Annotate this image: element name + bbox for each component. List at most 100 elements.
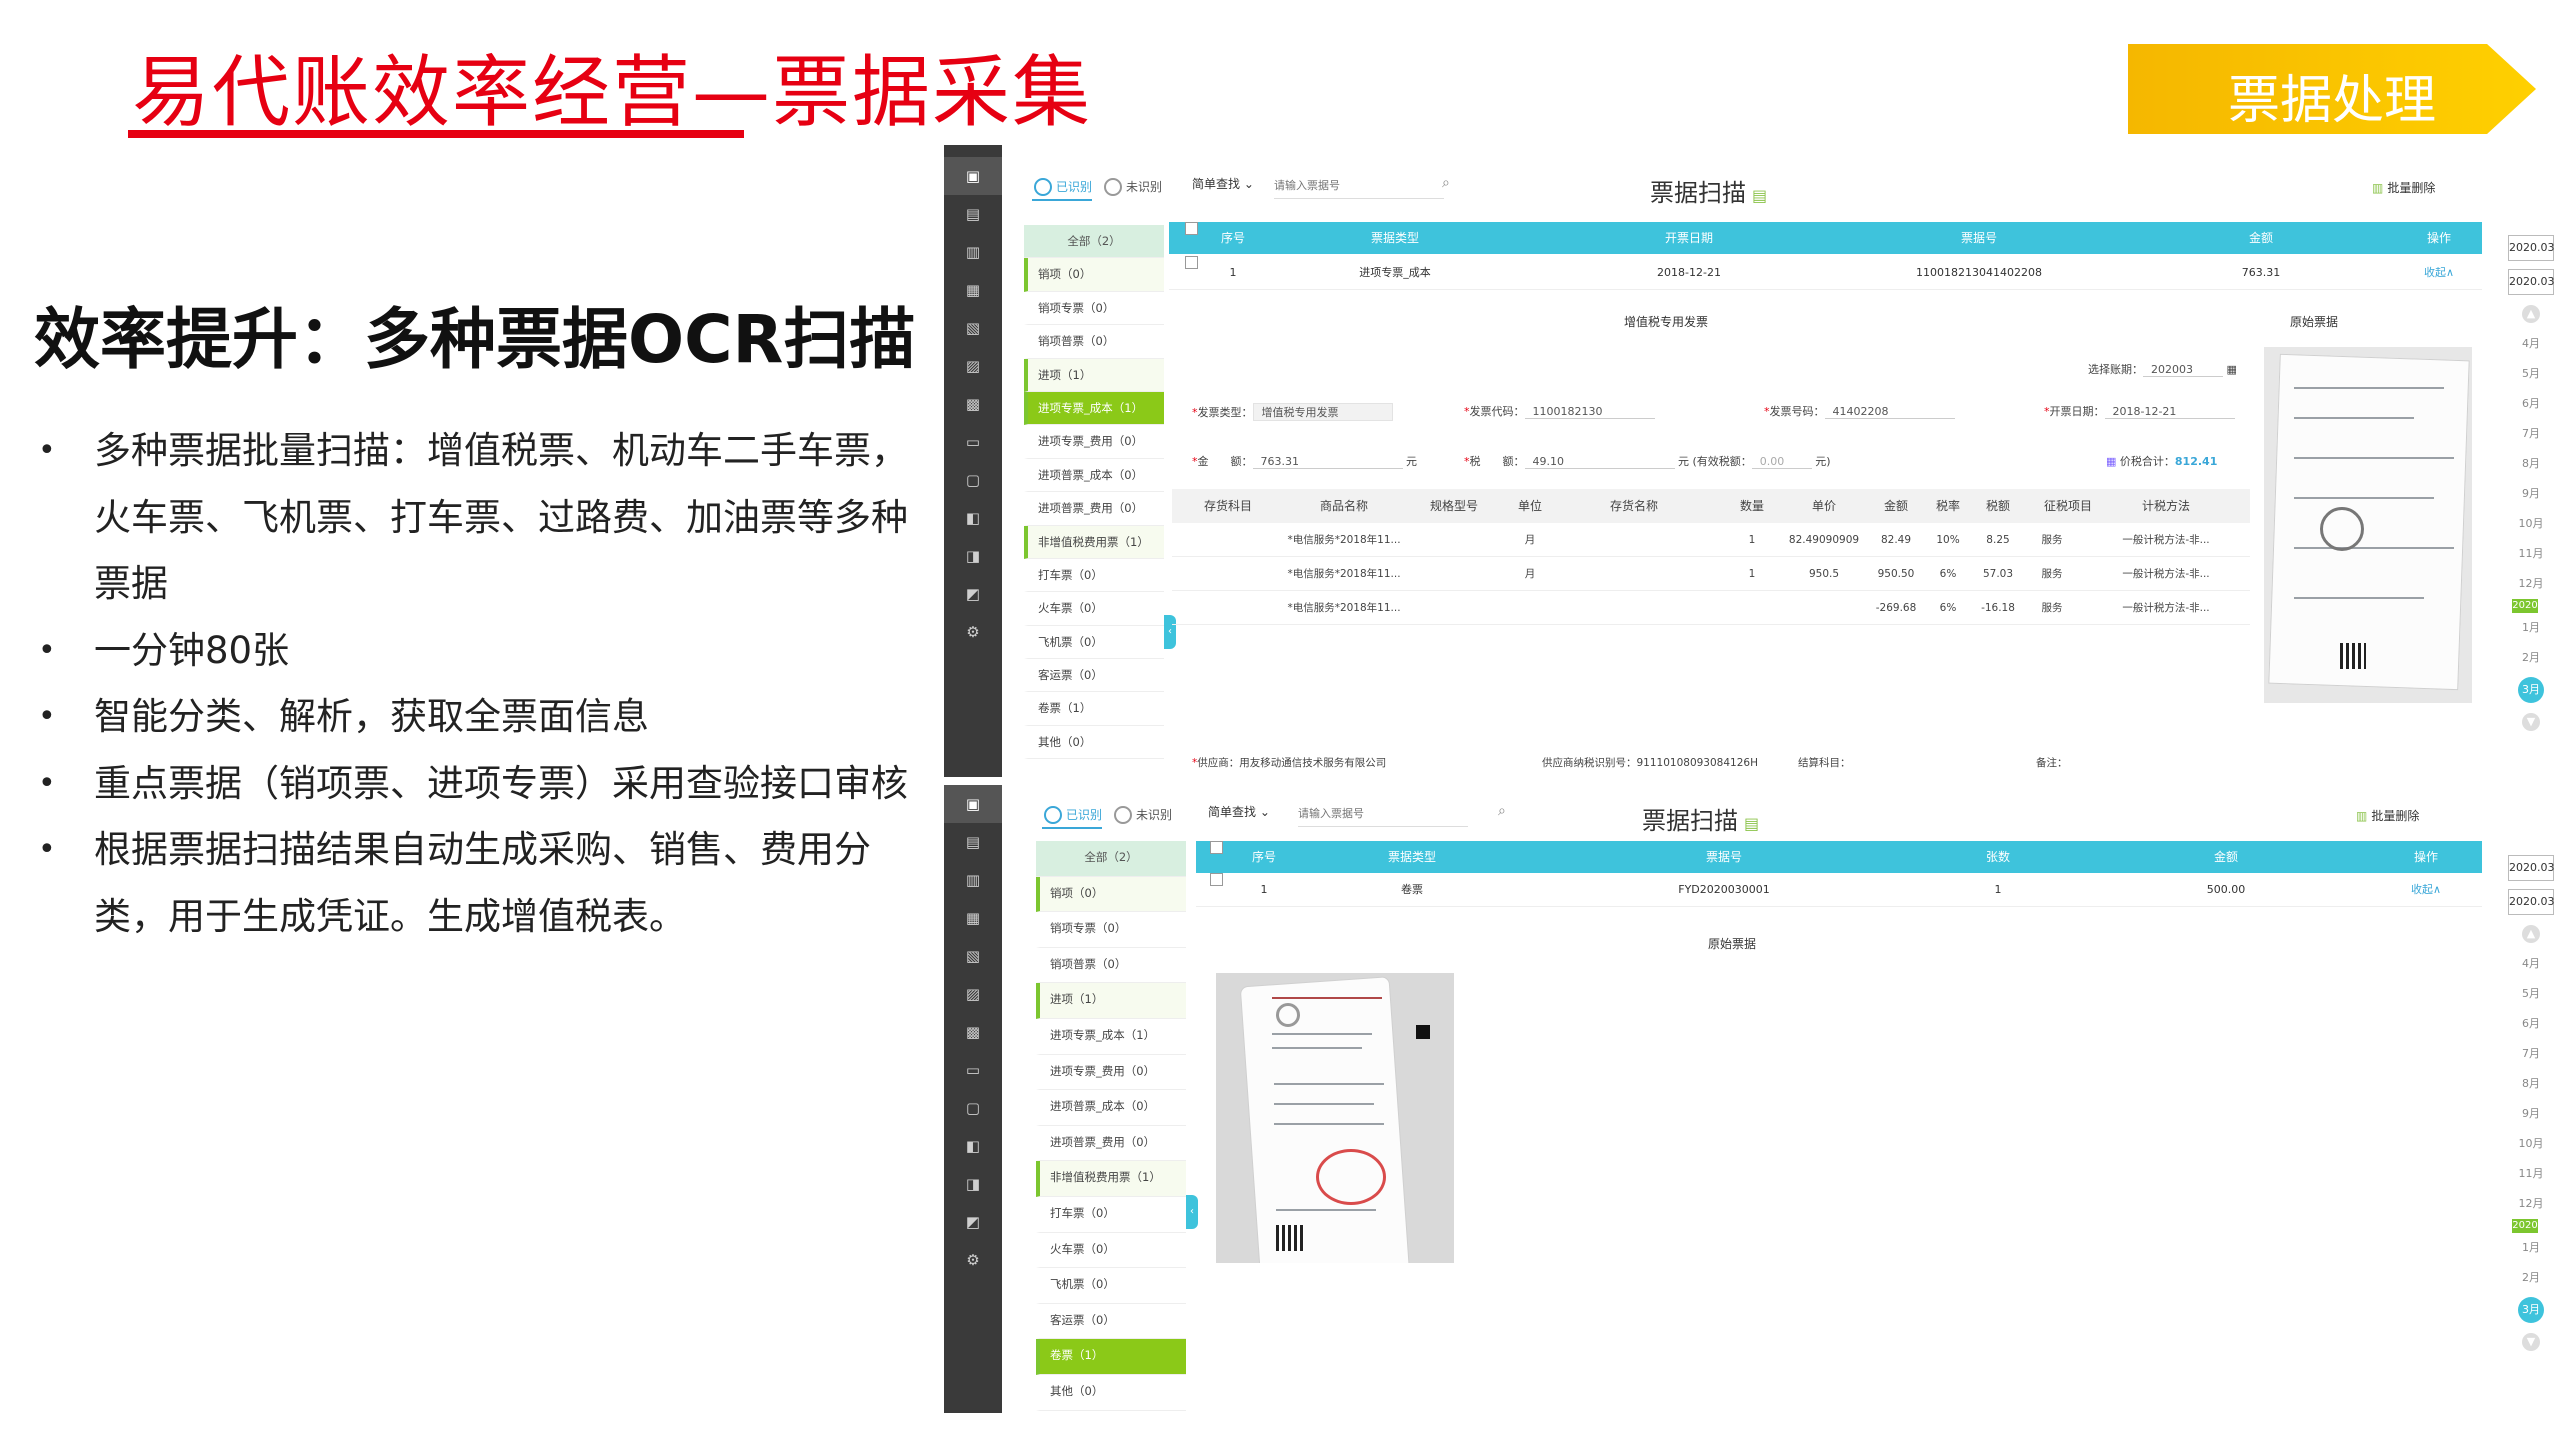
invoice-icon[interactable]: ▥ xyxy=(944,233,1002,271)
item-row[interactable]: *电信服务*2018年11... 月 1 950.5 950.50 6% 57.… xyxy=(1172,557,2250,591)
tab-recognized[interactable]: 已识别 xyxy=(1032,173,1093,201)
category-sales[interactable]: 销项（0） xyxy=(1036,876,1186,913)
item-row[interactable]: *电信服务*2018年11... -269.68 6% -16.18 服务 一般… xyxy=(1172,591,2250,625)
invoice-date-value[interactable]: 2018-12-21 xyxy=(2104,405,2235,419)
month-item[interactable]: 9月 xyxy=(2508,479,2554,509)
item-row[interactable]: *电信服务*2018年11... 月 1 82.49090909 82.49 1… xyxy=(1172,523,2250,557)
original-invoice-image[interactable] xyxy=(2264,347,2472,703)
category-train[interactable]: 火车票（0） xyxy=(1036,1233,1186,1269)
supplier-value[interactable]: 用友移动通信技术服务有限公司 xyxy=(1239,757,1386,769)
scroll-down-icon[interactable]: ▼ xyxy=(2522,713,2540,731)
remark-field[interactable]: 备注： xyxy=(2036,755,2068,770)
month-item[interactable]: 10月 xyxy=(2508,509,2554,539)
category-taxi[interactable]: 打车票（0） xyxy=(1024,559,1164,593)
category-other[interactable]: 其他（0） xyxy=(1036,1375,1186,1411)
category-purchase-special-cost[interactable]: 进项专票_成本（1） xyxy=(1024,391,1164,426)
select-all-checkbox[interactable] xyxy=(1210,841,1223,854)
period-end[interactable]: 2020.03 xyxy=(2508,889,2555,915)
image-icon[interactable]: ◧ xyxy=(944,499,1002,537)
month-item[interactable]: 4月 xyxy=(2508,329,2554,359)
category-all[interactable]: 全部（2） xyxy=(1024,225,1164,259)
ledger-icon[interactable]: ▨ xyxy=(944,347,1002,385)
report-icon[interactable]: ▧ xyxy=(944,309,1002,347)
category-purchase[interactable]: 进项（1） xyxy=(1036,983,1186,1019)
calculator-icon[interactable]: ◩ xyxy=(944,575,1002,613)
category-sales-special[interactable]: 销项专票（0） xyxy=(1036,912,1186,948)
collapse-link[interactable]: 收起∧ xyxy=(2411,873,2441,907)
category-purchase-normal-cost[interactable]: 进项普票_成本（0） xyxy=(1036,1090,1186,1126)
wallet-icon[interactable]: ▢ xyxy=(944,1089,1002,1127)
calculator-icon[interactable]: ◩ xyxy=(944,1203,1002,1241)
category-bus[interactable]: 客运票（0） xyxy=(1024,659,1164,693)
category-purchase-special-cost[interactable]: 进项专票_成本（1） xyxy=(1036,1019,1186,1055)
batch-delete-button[interactable]: ▥ 批量删除 xyxy=(2372,179,2435,196)
month-item[interactable]: 9月 xyxy=(2508,1099,2554,1129)
category-flight[interactable]: 飞机票（0） xyxy=(1036,1268,1186,1304)
month-item[interactable]: 12月 xyxy=(2508,1189,2554,1219)
period-start[interactable]: 2020.03 xyxy=(2508,855,2555,881)
category-bus[interactable]: 客运票（0） xyxy=(1036,1304,1186,1340)
category-non-vat[interactable]: 非增值税费用票（1） xyxy=(1036,1161,1186,1197)
tab-unrecognized[interactable]: 未识别 xyxy=(1102,173,1162,201)
category-purchase-normal-expense[interactable]: 进项普票_费用（0） xyxy=(1024,492,1164,526)
month-item[interactable]: 8月 xyxy=(2508,449,2554,479)
collapse-link[interactable]: 收起∧ xyxy=(2424,256,2454,290)
month-item[interactable]: 12月 xyxy=(2508,569,2554,599)
month-item[interactable]: 11月 xyxy=(2508,539,2554,569)
tax-value[interactable]: 49.10 xyxy=(1524,455,1675,469)
stamp-icon[interactable]: ◨ xyxy=(944,537,1002,575)
wallet-icon[interactable]: ▢ xyxy=(944,461,1002,499)
collapse-handle[interactable]: ‹ xyxy=(1186,1195,1198,1229)
search-mode-select[interactable]: 简单查找 ⌄ xyxy=(1192,175,1254,192)
category-sales-normal[interactable]: 销项普票（0） xyxy=(1024,325,1164,359)
account-field[interactable]: 结算科目： xyxy=(1798,755,1851,770)
invoice-icon[interactable]: ▥ xyxy=(944,861,1002,899)
chart-icon[interactable]: ▦ xyxy=(944,899,1002,937)
report-icon[interactable]: ▧ xyxy=(944,937,1002,975)
scan-icon[interactable]: ▣ xyxy=(944,785,1002,823)
stamp-icon[interactable]: ◨ xyxy=(944,1165,1002,1203)
original-roll-ticket-image[interactable] xyxy=(1216,973,1454,1263)
category-all[interactable]: 全部（2） xyxy=(1036,841,1186,877)
category-purchase-normal-expense[interactable]: 进项普票_费用（0） xyxy=(1036,1126,1186,1162)
category-flight[interactable]: 飞机票（0） xyxy=(1024,626,1164,660)
row-checkbox[interactable] xyxy=(1185,256,1198,269)
tab-recognized[interactable]: 已识别 xyxy=(1042,801,1103,829)
scroll-up-icon[interactable]: ▲ xyxy=(2522,925,2540,943)
table-row[interactable]: 1 卷票 FYD2020030001 1 500.00 收起∧ xyxy=(1196,873,2482,907)
search-input[interactable] xyxy=(1298,801,1468,827)
taxid-value[interactable]: 91110108093084126H xyxy=(1637,757,1758,769)
image-icon[interactable]: ◧ xyxy=(944,1127,1002,1165)
category-purchase-special-expense[interactable]: 进项专票_费用（0） xyxy=(1036,1055,1186,1091)
scan-icon[interactable]: ▣ xyxy=(944,157,1002,195)
amount-value[interactable]: 763.31 xyxy=(1252,455,1403,469)
search-input[interactable] xyxy=(1274,173,1444,199)
category-sales-normal[interactable]: 销项普票（0） xyxy=(1036,948,1186,984)
month-item[interactable]: 11月 xyxy=(2508,1159,2554,1189)
category-taxi[interactable]: 打车票（0） xyxy=(1036,1197,1186,1233)
row-checkbox[interactable] xyxy=(1210,873,1223,886)
search-icon[interactable]: ⌕ xyxy=(1498,803,1506,819)
month-item[interactable]: 2月 xyxy=(2508,643,2554,673)
settings-icon[interactable]: ⚙ xyxy=(944,613,1002,651)
month-item[interactable]: 8月 xyxy=(2508,1069,2554,1099)
tab-unrecognized[interactable]: 未识别 xyxy=(1112,801,1172,829)
archive-icon[interactable]: ▭ xyxy=(944,1051,1002,1089)
scroll-down-icon[interactable]: ▼ xyxy=(2522,1333,2540,1351)
invoice-number-value[interactable]: 41402208 xyxy=(1824,405,1955,419)
search-mode-select[interactable]: 简单查找 ⌄ xyxy=(1208,803,1270,820)
search-icon[interactable]: ⌕ xyxy=(1442,175,1450,191)
month-item[interactable]: 4月 xyxy=(2508,949,2554,979)
chart-icon[interactable]: ▦ xyxy=(944,271,1002,309)
period-value[interactable]: 202003 xyxy=(2143,363,2223,377)
document-icon[interactable]: ▤ xyxy=(944,823,1002,861)
period-field[interactable]: 选择账期： 202003 ▦ xyxy=(2088,361,2237,377)
category-roll[interactable]: 卷票（1） xyxy=(1036,1339,1186,1375)
category-roll[interactable]: 卷票（1） xyxy=(1024,692,1164,726)
month-item[interactable]: 6月 xyxy=(2508,1009,2554,1039)
ledger-icon[interactable]: ▨ xyxy=(944,975,1002,1013)
month-item[interactable]: 5月 xyxy=(2508,979,2554,1009)
invoice-code-value[interactable]: 1100182130 xyxy=(1524,405,1655,419)
voucher-icon[interactable]: ▩ xyxy=(944,1013,1002,1051)
document-icon[interactable]: ▤ xyxy=(944,195,1002,233)
